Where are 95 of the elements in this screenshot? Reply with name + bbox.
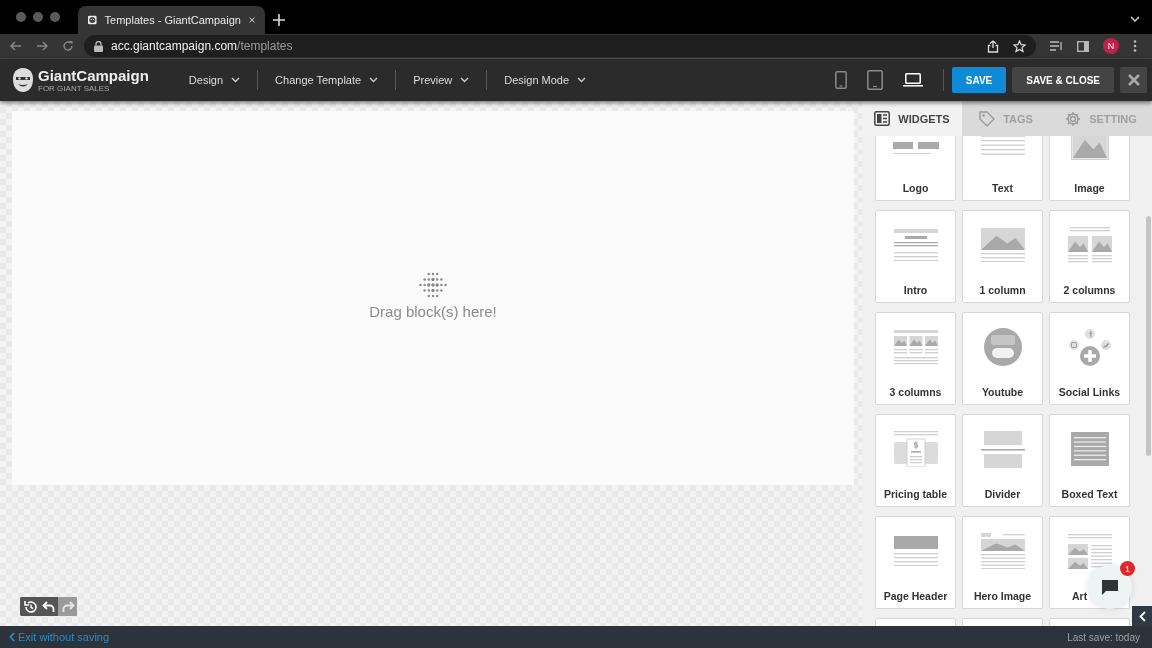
widget-label: Hero Image bbox=[973, 590, 1032, 602]
widget-label: Boxed Text bbox=[1061, 488, 1118, 500]
widget-label: Page Header bbox=[883, 590, 948, 602]
address-bar[interactable]: acc.giantcampaign.com/templates bbox=[84, 35, 1036, 57]
tag-icon bbox=[979, 110, 996, 127]
menu-dropdown[interactable]: Preview bbox=[403, 70, 480, 90]
widget-label: Intro bbox=[903, 284, 928, 296]
tablet-view-icon[interactable] bbox=[866, 70, 883, 90]
side-panel-icon[interactable] bbox=[1077, 40, 1089, 52]
chevron-down-icon bbox=[460, 77, 470, 83]
widget-label: Art bbox=[1072, 590, 1088, 602]
url-host: acc.giantcampaign.com bbox=[111, 39, 238, 53]
history-button[interactable] bbox=[20, 597, 39, 616]
undo-icon bbox=[41, 599, 56, 614]
exit-link[interactable]: Exit without saving bbox=[9, 631, 110, 643]
playlist-icon[interactable] bbox=[1050, 40, 1063, 52]
chevron-down-icon bbox=[577, 77, 587, 83]
widget-label: Image bbox=[1074, 182, 1105, 194]
widget-label: Social Links bbox=[1058, 386, 1121, 398]
back-icon[interactable] bbox=[10, 40, 22, 52]
logo-wordmark: GiantCampaign bbox=[38, 67, 149, 84]
block-layout-icon bbox=[1070, 136, 1109, 160]
logo-tagline: FOR GIANT SALES bbox=[38, 83, 110, 93]
url-path: /templates bbox=[237, 39, 293, 53]
star-icon[interactable] bbox=[1013, 39, 1026, 53]
block-layout-icon bbox=[980, 430, 1025, 468]
widget-label: Pricing table bbox=[884, 488, 947, 500]
chevron-left-icon bbox=[1138, 610, 1146, 622]
widgets-icon bbox=[874, 110, 891, 127]
forward-icon[interactable] bbox=[36, 40, 48, 52]
widget-tile[interactable]: Intro bbox=[875, 210, 956, 303]
browser-tab[interactable]: Templates - GiantCampaign bbox=[78, 6, 265, 34]
social-icons-icon bbox=[1068, 328, 1111, 366]
widget-tile[interactable]: Boxed Text bbox=[1049, 414, 1130, 507]
save-button[interactable]: SAVE bbox=[951, 67, 1007, 93]
widget-label: Youtube bbox=[981, 386, 1024, 398]
chevron-down-icon[interactable] bbox=[1130, 16, 1140, 22]
lock-icon bbox=[94, 40, 103, 52]
widget-label: 2 columns bbox=[1063, 284, 1116, 296]
block-layout-icon bbox=[893, 329, 938, 365]
block-layout-icon bbox=[893, 535, 938, 567]
block-layout-icon bbox=[980, 532, 1025, 570]
widget-tile[interactable]: 3 columns bbox=[875, 312, 956, 405]
last-save-text: Last save: today bbox=[1067, 631, 1140, 643]
block-layout-icon bbox=[1067, 227, 1112, 263]
widget-label: Divider bbox=[984, 488, 1021, 500]
widget-label: 1 column bbox=[979, 284, 1026, 296]
widget-label: 3 columns bbox=[889, 386, 942, 398]
widget-tile[interactable]: Divider bbox=[962, 414, 1043, 507]
drop-hint: Drag block(s) here! bbox=[369, 302, 497, 320]
chevron-down-icon bbox=[231, 77, 241, 83]
menu-dropdown[interactable]: Change Template bbox=[265, 70, 389, 90]
widget-label: Text bbox=[992, 182, 1013, 194]
widget-tile[interactable]: Pricing table bbox=[875, 414, 956, 507]
gear-icon bbox=[1065, 110, 1082, 127]
phone-view-icon[interactable] bbox=[834, 71, 847, 89]
widget-tile[interactable]: Text bbox=[962, 136, 1043, 201]
menu-dropdown[interactable]: Design bbox=[178, 70, 251, 90]
widget-tile[interactable]: Social Links bbox=[1049, 312, 1130, 405]
block-layout-icon bbox=[1070, 432, 1109, 466]
widget-tile[interactable]: 1 column bbox=[962, 210, 1043, 303]
block-layout-icon bbox=[980, 136, 1025, 155]
favicon-icon bbox=[88, 13, 97, 27]
widget-tile[interactable]: Youtube bbox=[962, 312, 1043, 405]
share-icon[interactable] bbox=[987, 39, 999, 53]
new-tab-icon[interactable] bbox=[273, 14, 285, 26]
widget-tile[interactable]: Hero Image bbox=[962, 516, 1043, 609]
more-icon[interactable] bbox=[1133, 40, 1137, 52]
block-layout-icon bbox=[980, 227, 1025, 263]
widget-label: Logo bbox=[902, 182, 929, 194]
block-layout-icon bbox=[1067, 533, 1112, 569]
redo-icon bbox=[60, 599, 75, 614]
menu-dropdown[interactable]: Design Mode bbox=[494, 70, 597, 90]
video-play-icon bbox=[983, 328, 1022, 366]
laptop-view-icon[interactable] bbox=[902, 73, 923, 87]
gorilla-logo-icon bbox=[12, 67, 34, 93]
reload-icon[interactable] bbox=[62, 40, 74, 52]
history-icon bbox=[22, 599, 37, 614]
chevron-down-icon bbox=[369, 77, 379, 83]
save-close-button[interactable]: SAVE & CLOSE bbox=[1012, 67, 1114, 93]
close-icon[interactable] bbox=[248, 15, 255, 25]
tab-title: Templates - GiantCampaign bbox=[104, 14, 241, 26]
close-icon bbox=[1127, 74, 1140, 86]
widget-tile[interactable]: Page Header bbox=[875, 516, 956, 609]
widget-tile[interactable]: Logo bbox=[875, 136, 956, 201]
chat-icon bbox=[1101, 578, 1119, 596]
close-button[interactable] bbox=[1120, 67, 1147, 93]
widget-tile[interactable]: Image bbox=[1049, 136, 1130, 201]
profile-avatar[interactable]: N bbox=[1103, 38, 1119, 54]
widget-tile[interactable]: 2 columns bbox=[1049, 210, 1130, 303]
dotted-drop-icon bbox=[417, 270, 449, 299]
collapse-panel-button[interactable] bbox=[1132, 606, 1152, 626]
chevron-left-icon bbox=[9, 632, 15, 642]
block-layout-icon bbox=[893, 431, 938, 467]
block-layout-icon bbox=[893, 228, 938, 262]
